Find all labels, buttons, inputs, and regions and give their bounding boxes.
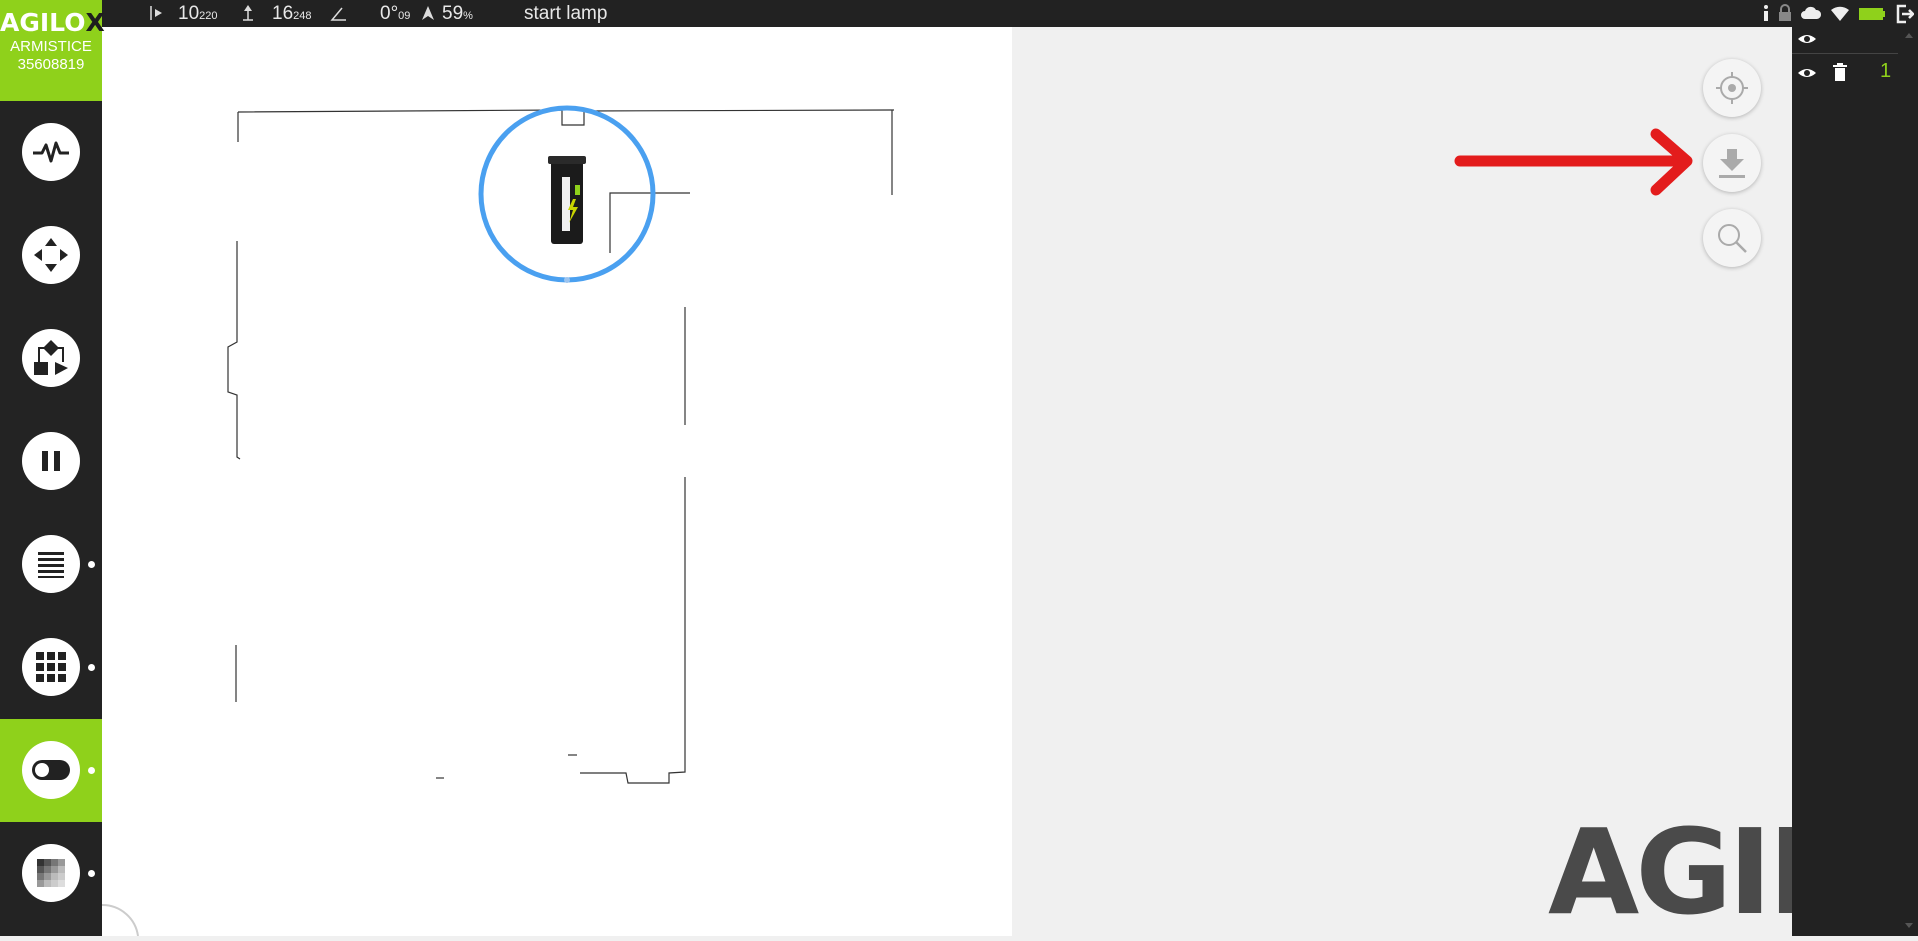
map-drawing (102, 105, 1693, 936)
locate-icon (1716, 72, 1748, 104)
annotation-arrow (1454, 128, 1693, 196)
chevron-up-icon[interactable] (1904, 31, 1914, 39)
nav-workflow[interactable] (0, 307, 102, 410)
grid-icon[interactable] (22, 638, 80, 696)
workflow-icon[interactable] (22, 329, 80, 387)
brand-logo: AGILOX (0, 8, 105, 37)
robot-identity: AGILOX ARMISTICE 35608819 (0, 0, 105, 101)
scrollbar[interactable] (1898, 27, 1918, 936)
angle-value: 0°09 (380, 3, 411, 24)
x-position-icon (150, 6, 162, 20)
x-coordinate: 10220 (178, 3, 218, 24)
nav-orders[interactable] (0, 513, 102, 616)
nav-map-layers[interactable] (0, 822, 102, 925)
robot-serial: 35608819 (17, 56, 85, 73)
status-message: start lamp (524, 3, 608, 24)
robot-name: ARMISTICE (10, 38, 92, 55)
sidebar: AGILOX ARMISTICE 35608819 (0, 0, 105, 936)
nav-manual-control[interactable] (0, 204, 102, 307)
info-icon[interactable] (1762, 4, 1770, 22)
notification-dot (88, 767, 95, 774)
download-map-button[interactable] (1703, 134, 1761, 192)
nav-pause[interactable] (0, 410, 102, 513)
layers-icon[interactable] (22, 844, 80, 902)
pause-icon[interactable] (22, 432, 80, 490)
logout-icon[interactable] (1896, 4, 1914, 24)
robot-marker (478, 105, 656, 283)
status-bar: 10220 16248 0°09 59% start lamp (0, 0, 1918, 27)
notification-dot (88, 870, 95, 877)
toggle-icon[interactable] (22, 741, 80, 799)
lock-icon (1779, 4, 1791, 21)
layer-panel (1792, 27, 1898, 936)
angle-icon (330, 7, 346, 21)
y-coordinate: 16248 (272, 3, 312, 24)
nav-stations[interactable] (0, 616, 102, 719)
layer-count: 1 (1880, 60, 1892, 82)
layer-row[interactable]: 1 (1792, 58, 1898, 88)
notification-dot (88, 561, 95, 568)
nav-diagnostics[interactable] (0, 101, 102, 204)
y-position-icon (243, 5, 253, 21)
battery-level: 59% (442, 3, 473, 24)
eye-icon[interactable] (1797, 33, 1817, 45)
locate-button[interactable] (1703, 59, 1761, 117)
search-map-button[interactable] (1703, 209, 1761, 267)
battery-icon (1859, 8, 1885, 20)
nav-settings-toggle[interactable] (0, 719, 102, 822)
list-icon[interactable] (22, 535, 80, 593)
chevron-down-icon[interactable] (1904, 922, 1914, 930)
wifi-icon (1831, 6, 1849, 21)
download-icon (1719, 149, 1745, 178)
search-icon (1718, 224, 1747, 253)
direction-icon (422, 6, 434, 20)
notification-dot (88, 664, 95, 671)
eye-icon[interactable] (1797, 67, 1817, 79)
move-arrows-icon[interactable] (22, 226, 80, 284)
cloud-sync-icon (1801, 6, 1822, 19)
pulse-icon[interactable] (22, 123, 80, 181)
trash-icon[interactable] (1832, 63, 1848, 82)
